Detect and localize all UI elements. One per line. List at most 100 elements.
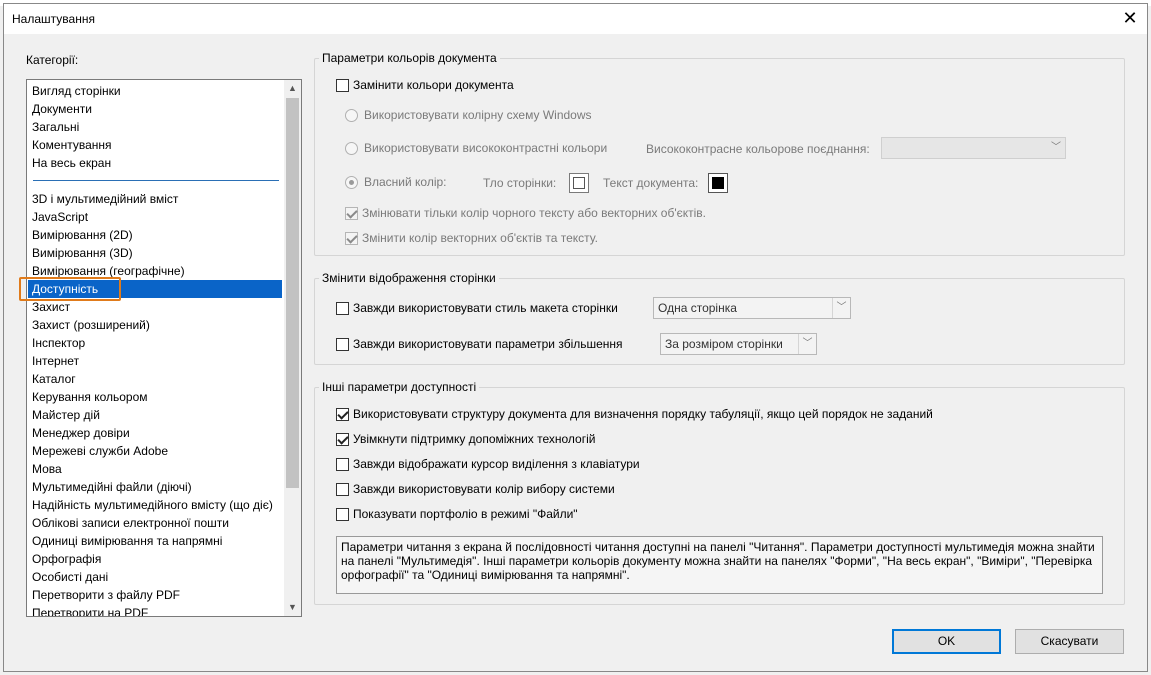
high-contrast-combo[interactable]: ﹀	[881, 137, 1066, 159]
category-item[interactable]: 3D і мультимедійний вміст	[28, 190, 282, 208]
category-item[interactable]: Надійність мультимедійного вмісту (що ді…	[28, 496, 282, 514]
page-display-title: Змінити відображення сторінки	[319, 271, 499, 285]
keyboard-cursor-checkbox[interactable]	[336, 457, 349, 471]
layout-combo[interactable]: Одна сторінка ﹀	[653, 297, 851, 319]
category-item[interactable]: Орфографія	[28, 550, 282, 568]
layout-row[interactable]: Завжди використовувати стиль макета стор…	[336, 301, 618, 315]
categories-scrollbar[interactable]: ▲ ▼	[284, 80, 301, 616]
category-item[interactable]: Захист	[28, 298, 282, 316]
category-item[interactable]: Доступність	[28, 280, 282, 298]
category-item[interactable]: Одиниці вимірювання та напрямні	[28, 532, 282, 550]
change-vector-label: Змінити колір векторних об'єктів та текс…	[362, 231, 598, 245]
tab-order-checkbox[interactable]	[336, 407, 349, 421]
zoom-combo-value: За розміром сторінки	[665, 337, 783, 351]
zoom-checkbox[interactable]	[336, 337, 349, 351]
zoom-row[interactable]: Завжди використовувати параметри збільше…	[336, 337, 623, 351]
category-item[interactable]: Перетворити з файлу PDF	[28, 586, 282, 604]
category-separator	[33, 180, 279, 181]
page-bg-label: Тло сторінки:	[483, 176, 557, 190]
category-item[interactable]: Майстер дій	[28, 406, 282, 424]
layout-label: Завжди використовувати стиль макета стор…	[353, 301, 618, 315]
ok-button[interactable]: OK	[892, 629, 1001, 654]
scroll-thumb[interactable]	[286, 98, 299, 488]
title-bar: Налаштування ✕	[4, 4, 1147, 34]
category-item[interactable]: Менеджер довіри	[28, 424, 282, 442]
layout-combo-value: Одна сторінка	[658, 301, 737, 315]
category-item[interactable]: Каталог	[28, 370, 282, 388]
category-item[interactable]: Мережеві служби Adobe	[28, 442, 282, 460]
zoom-label: Завжди використовувати параметри збільше…	[353, 337, 623, 351]
only-black-text-label: Змінювати тільки колір чорного тексту аб…	[362, 206, 706, 220]
category-item[interactable]: JavaScript	[28, 208, 282, 226]
doc-text-swatch[interactable]	[708, 173, 728, 193]
tab-order-label: Використовувати структуру документа для …	[353, 407, 933, 421]
zoom-combo[interactable]: За розміром сторінки ﹀	[660, 333, 817, 355]
category-item[interactable]: Керування кольором	[28, 388, 282, 406]
category-item[interactable]: Перетворити на PDF	[28, 604, 282, 616]
category-item[interactable]: Мультимедійні файли (діючі)	[28, 478, 282, 496]
category-item[interactable]: На весь екран	[28, 154, 282, 172]
page-bg-swatch[interactable]	[569, 173, 589, 193]
tab-order-row[interactable]: Використовувати структуру документа для …	[336, 407, 933, 421]
page-bg-color-chip	[573, 177, 585, 189]
category-item[interactable]: Інспектор	[28, 334, 282, 352]
custom-color-row[interactable]: Власний колір:	[345, 175, 447, 189]
category-item[interactable]: Особисті дані	[28, 568, 282, 586]
replace-colors-label: Замінити кольори документа	[353, 78, 514, 92]
replace-colors-row[interactable]: Замінити кольори документа	[336, 78, 514, 92]
category-item[interactable]: Документи	[28, 100, 282, 118]
close-button[interactable]: ✕	[1113, 4, 1147, 34]
custom-color-radio[interactable]	[345, 175, 358, 189]
category-item[interactable]: Вимірювання (2D)	[28, 226, 282, 244]
close-icon: ✕	[1122, 8, 1138, 28]
other-accessibility-title: Інші параметри доступності	[319, 380, 480, 394]
system-color-checkbox[interactable]	[336, 482, 349, 496]
chevron-down-icon: ﹀	[1051, 142, 1061, 153]
portfolio-files-checkbox[interactable]	[336, 507, 349, 521]
system-color-row[interactable]: Завжди використовувати колір вибору сист…	[336, 482, 615, 496]
category-item[interactable]: Загальні	[28, 118, 282, 136]
only-black-text-checkbox[interactable]	[345, 206, 358, 220]
assistive-tech-row[interactable]: Увімкнути підтримку допоміжних технологі…	[336, 432, 595, 446]
scroll-down-icon[interactable]: ▼	[284, 599, 301, 616]
category-item[interactable]: Мова	[28, 460, 282, 478]
chevron-down-icon: ﹀	[798, 334, 816, 354]
portfolio-files-row[interactable]: Показувати портфоліо в режимі "Файли"	[336, 507, 578, 521]
portfolio-files-label: Показувати портфоліо в режимі "Файли"	[353, 507, 578, 521]
high-contrast-label: Використовувати висококонтрастні кольори	[364, 141, 608, 155]
scroll-up-icon[interactable]: ▲	[284, 80, 301, 97]
category-item[interactable]: Вимірювання (3D)	[28, 244, 282, 262]
high-contrast-combo-label: Висококонтрасне кольорове поєднання:	[646, 142, 870, 156]
category-item[interactable]: Вимірювання (географічне)	[28, 262, 282, 280]
category-item[interactable]: Облікові записи електронної пошти	[28, 514, 282, 532]
category-item[interactable]: Вигляд сторінки	[28, 82, 282, 100]
category-item[interactable]: Коментування	[28, 136, 282, 154]
change-vector-row[interactable]: Змінити колір векторних об'єктів та текс…	[345, 231, 598, 245]
doc-text-label: Текст документа:	[603, 176, 699, 190]
assistive-tech-checkbox[interactable]	[336, 432, 349, 446]
keyboard-cursor-label: Завжди відображати курсор виділення з кл…	[353, 457, 640, 471]
doc-colors-title: Параметри кольорів документа	[319, 51, 500, 65]
high-contrast-row[interactable]: Використовувати висококонтрастні кольори	[345, 141, 607, 155]
doc-text-color-chip	[712, 177, 724, 189]
cancel-button[interactable]: Скасувати	[1015, 629, 1124, 654]
assistive-tech-label: Увімкнути підтримку допоміжних технологі…	[353, 432, 596, 446]
window-title: Налаштування	[12, 12, 95, 26]
system-color-label: Завжди використовувати колір вибору сист…	[353, 482, 615, 496]
replace-colors-checkbox[interactable]	[336, 78, 349, 92]
categories-list[interactable]: ▲ ▼ Вигляд сторінки Документи Загальні Коме…	[26, 79, 302, 617]
windows-scheme-radio[interactable]	[345, 108, 358, 122]
chevron-down-icon: ﹀	[832, 298, 850, 318]
layout-checkbox[interactable]	[336, 301, 349, 315]
high-contrast-radio[interactable]	[345, 141, 358, 155]
category-item[interactable]: Захист (розширений)	[28, 316, 282, 334]
category-item[interactable]: Інтернет	[28, 352, 282, 370]
keyboard-cursor-row[interactable]: Завжди відображати курсор виділення з кл…	[336, 457, 640, 471]
windows-scheme-label: Використовувати колірну схему Windows	[364, 108, 592, 122]
custom-color-label: Власний колір:	[364, 175, 447, 189]
only-black-text-row[interactable]: Змінювати тільки колір чорного тексту аб…	[345, 206, 706, 220]
windows-scheme-row[interactable]: Використовувати колірну схему Windows	[345, 108, 592, 122]
categories-label: Категорії:	[26, 53, 79, 67]
preferences-dialog: Налаштування ✕ Категорії: ▲ ▼ Вигляд сто…	[3, 3, 1148, 672]
change-vector-checkbox[interactable]	[345, 231, 358, 245]
